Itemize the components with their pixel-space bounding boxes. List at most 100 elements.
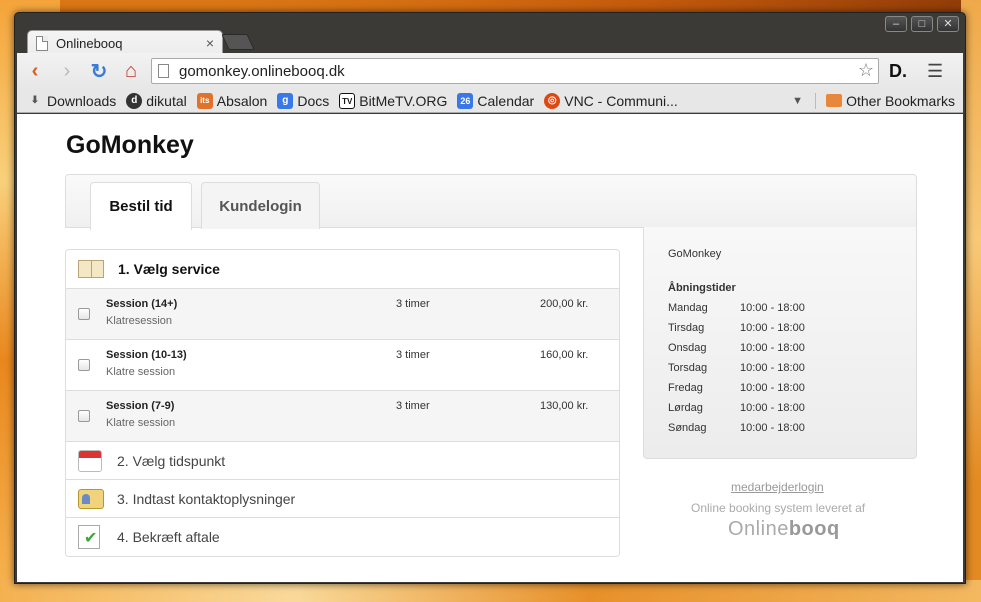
day-label: Søndag (668, 422, 707, 434)
service-duration: 3 timer (396, 298, 430, 310)
close-window-button[interactable]: ✕ (937, 16, 959, 32)
service-row[interactable]: Session (7-9) Klatre session 3 timer 130… (66, 391, 619, 442)
chevron-down-icon[interactable]: ▼ (792, 95, 803, 107)
service-list: Session (14+) Klatresession 3 timer 200,… (66, 289, 619, 442)
bookmark-dikutal[interactable]: d dikutal (126, 92, 187, 109)
tab-bestil-tid[interactable]: Bestil tid (90, 182, 192, 230)
service-duration: 3 timer (396, 400, 430, 412)
step-1-header[interactable]: 1. Vælg service (66, 250, 619, 289)
calendar-icon: 26 (457, 92, 474, 109)
tab-bar: Bestil tid Kundelogin (65, 174, 917, 230)
ubuntu-icon: ◎ (544, 92, 561, 109)
step-2-label: 2. Vælg tidspunkt (117, 452, 226, 469)
url-text: gomonkey.onlinebooq.dk (179, 62, 345, 80)
title-bar: Onlinebooq × – □ ✕ (15, 13, 965, 56)
bookmark-label: dikutal (146, 92, 187, 109)
day-label: Lørdag (668, 402, 703, 414)
service-description: Klatre session (106, 366, 176, 378)
dikutal-icon: d (126, 92, 143, 109)
day-label: Mandag (668, 302, 708, 314)
page-icon (36, 36, 48, 51)
address-bar[interactable]: gomonkey.onlinebooq.dk ☆ (151, 58, 879, 84)
onlinebooq-logo: Onlinebooq (728, 518, 840, 541)
new-tab-button[interactable] (221, 34, 255, 50)
opening-hours-title: Åbningstider (668, 282, 736, 294)
logo-bold-text: booq (788, 518, 840, 540)
time-range: 10:00 - 18:00 (740, 382, 805, 394)
bookmark-label: Downloads (47, 92, 117, 109)
download-icon: ⬇ (30, 94, 40, 106)
hours-row: Mandag 10:00 - 18:00 (668, 302, 805, 322)
page-title: GoMonkey (66, 131, 194, 159)
step-2-row[interactable]: 2. Vælg tidspunkt (66, 442, 619, 480)
bookmark-label: Calendar (477, 92, 535, 109)
booking-steps-panel: 1. Vælg service Session (14+) Klatresess… (65, 249, 620, 557)
other-bookmarks-label: Other Bookmarks (846, 92, 955, 109)
opening-hours-table: Mandag 10:00 - 18:00 Tirsdag 10:00 - 18:00… (668, 302, 805, 442)
step-1-label: 1. Vælg service (118, 261, 220, 277)
time-range: 10:00 - 18:00 (740, 402, 805, 414)
bookmark-label: VNC - Communi... (564, 92, 678, 109)
time-range: 10:00 - 18:00 (740, 342, 805, 354)
service-description: Klatresession (106, 315, 173, 327)
time-range: 10:00 - 18:00 (740, 302, 805, 314)
bookmark-bitmetv[interactable]: TV BitMeTV.ORG (339, 92, 448, 109)
bookmark-calendar[interactable]: 26 Calendar (457, 92, 535, 109)
bookmark-downloads[interactable]: ⬇ Downloads (27, 93, 116, 109)
day-label: Onsdag (668, 342, 707, 354)
page-content: GoMonkey Bestil tid Kundelogin 1. Vælg s… (17, 114, 963, 582)
step-4-row[interactable]: 4. Bekræft aftale (66, 518, 619, 556)
hours-row: Tirsdag 10:00 - 18:00 (668, 322, 805, 342)
time-range: 10:00 - 18:00 (740, 422, 805, 434)
checkmark-document-icon (78, 525, 100, 549)
bookmark-label: Absalon (216, 92, 268, 109)
day-label: Torsdag (668, 362, 708, 374)
service-row[interactable]: Session (10-13) Klatre session 3 timer 1… (66, 340, 619, 391)
service-checkbox[interactable] (78, 359, 90, 371)
service-name: Session (10-13) (106, 349, 187, 361)
reload-icon[interactable]: ↻ (85, 57, 113, 85)
staff-login-link[interactable]: medarbejderlogin (731, 480, 824, 494)
bookmarks-bar: ⬇ Downloads d dikutal its Absalon g Docs… (17, 89, 963, 113)
hours-row: Onsdag 10:00 - 18:00 (668, 342, 805, 362)
service-duration: 3 timer (396, 349, 430, 361)
service-checkbox[interactable] (78, 308, 90, 320)
browser-toolbar: ‹ › ↻ ⌂ gomonkey.onlinebooq.dk ☆ D. ☰ (17, 53, 963, 89)
service-row[interactable]: Session (14+) Klatresession 3 timer 200,… (66, 289, 619, 340)
contact-card-icon (78, 488, 104, 509)
service-checkbox[interactable] (78, 410, 90, 422)
step-3-label: 3. Indtast kontaktoplysninger (117, 490, 296, 507)
forward-arrow-icon[interactable]: › (53, 57, 81, 85)
back-arrow-icon[interactable]: ‹ (21, 57, 49, 85)
minimize-button[interactable]: – (885, 16, 907, 32)
info-sidebar: GoMonkey Åbningstider Mandag 10:00 - 18:0… (643, 227, 917, 459)
day-label: Tirsdag (668, 322, 705, 334)
bookmark-label: BitMeTV.ORG (359, 92, 448, 109)
menu-icon[interactable]: ☰ (927, 61, 943, 82)
calendar-icon (78, 449, 102, 472)
folder-icon (826, 94, 843, 107)
tv-icon: TV (339, 92, 356, 109)
service-price: 200,00 kr. (540, 298, 589, 310)
time-range: 10:00 - 18:00 (740, 322, 805, 334)
service-price: 160,00 kr. (540, 349, 589, 361)
service-name: Session (14+) (106, 298, 178, 310)
bookmark-vnc[interactable]: ◎ VNC - Communi... (544, 92, 678, 109)
company-name: GoMonkey (668, 248, 722, 260)
its-icon: its (196, 92, 213, 109)
home-icon[interactable]: ⌂ (117, 57, 145, 85)
bookmark-absalon[interactable]: its Absalon (196, 92, 268, 109)
bookmark-label: Docs (297, 92, 330, 109)
tab-kundelogin[interactable]: Kundelogin (201, 182, 320, 229)
book-icon (78, 260, 104, 278)
maximize-button[interactable]: □ (911, 16, 933, 32)
close-tab-icon[interactable]: × (206, 35, 214, 51)
step-4-label: 4. Bekræft aftale (117, 529, 220, 545)
bookmark-docs[interactable]: g Docs (277, 92, 330, 109)
google-icon: g (277, 92, 294, 109)
other-bookmarks[interactable]: Other Bookmarks (815, 92, 955, 109)
day-label: Fredag (668, 382, 703, 394)
step-3-row[interactable]: 3. Indtast kontaktoplysninger (66, 480, 619, 518)
extension-icon[interactable]: D. (889, 61, 907, 82)
bookmark-star-icon[interactable]: ☆ (858, 60, 874, 81)
